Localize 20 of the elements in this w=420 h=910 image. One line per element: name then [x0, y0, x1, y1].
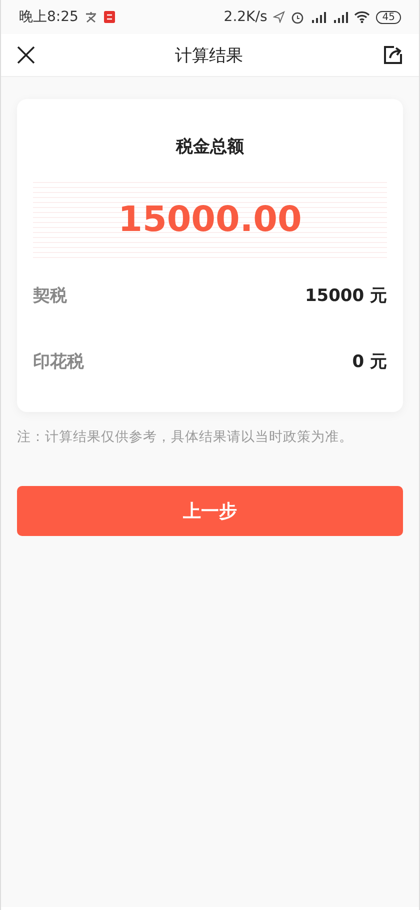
tax-label: 印花税: [33, 350, 84, 372]
battery-indicator: 45: [376, 10, 401, 24]
alarm-icon: [291, 10, 304, 24]
result-title: 税金总额: [174, 136, 245, 158]
network-speed: 2.2K/s: [224, 9, 268, 25]
note-text: 注：计算结果仅供参考，具体结果请以当时政策为准。: [17, 428, 354, 446]
total-amount: 15000.00: [118, 200, 302, 240]
wifi-icon: [354, 11, 370, 23]
page-title: 计算结果: [175, 44, 243, 66]
signal-icon: [332, 11, 348, 23]
tax-label: 契税: [33, 284, 67, 306]
app-icon: [104, 11, 116, 23]
share-icon[interactable]: [383, 45, 403, 65]
tax-value: 15000 元: [304, 284, 387, 306]
signal-icon: [310, 11, 326, 23]
location-icon: [273, 11, 286, 23]
previous-step-button[interactable]: 上一步: [17, 486, 403, 536]
close-icon[interactable]: [17, 46, 35, 64]
tax-value: 0 元: [352, 350, 387, 372]
status-time: 晚上8:25: [19, 8, 78, 26]
